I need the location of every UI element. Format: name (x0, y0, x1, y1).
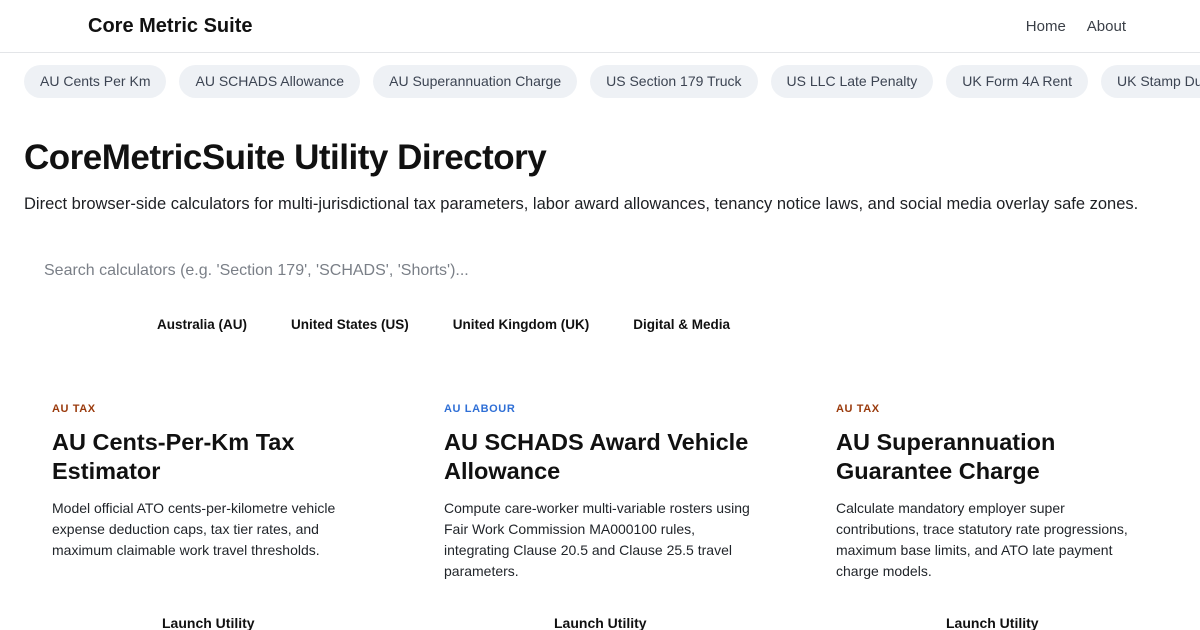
page: Core Metric Suite Home About AU Cents Pe… (0, 0, 1200, 630)
card-description: Model official ATO cents-per-kilometre v… (52, 500, 336, 558)
filter-tab-digital-media[interactable]: Digital & Media (611, 312, 752, 338)
chip-us-section-179-truck[interactable]: US Section 179 Truck (590, 65, 758, 98)
search-input[interactable] (24, 250, 784, 292)
page-title: CoreMetricSuite Utility Directory (24, 138, 547, 177)
chip-uk-stamp-duty[interactable]: UK Stamp Duty SD (1100, 65, 1200, 98)
calculator-card: AU LABOUR AU SCHADS Award Vehicle Allowa… (444, 403, 836, 630)
calculator-card-grid: AU TAX AU Cents-Per-Km Tax Estimator Mod… (52, 403, 1200, 630)
chip-au-schads-allowance[interactable]: AU SCHADS Allowance (179, 65, 361, 98)
chip-au-superannuation-charge[interactable]: AU Superannuation Charge (373, 65, 578, 98)
filter-tab-united-kingdom[interactable]: United Kingdom (UK) (431, 312, 611, 338)
nav-about-link[interactable]: About (1087, 18, 1126, 35)
filter-tab-united-states[interactable]: United States (US) (269, 312, 431, 338)
card-title: AU SCHADS Award Vehicle Allowance (444, 429, 749, 484)
region-filter-tabs: Australia (AU) United States (US) United… (135, 312, 752, 338)
card-description: Calculate mandatory employer super contr… (836, 500, 1128, 579)
page-subtitle: Direct browser-side calculators for mult… (24, 195, 1139, 213)
calculator-card: AU TAX AU Cents-Per-Km Tax Estimator Mod… (52, 403, 444, 630)
card-category-tag: AU TAX (52, 403, 96, 415)
card-title: AU Cents-Per-Km Tax Estimator (52, 429, 295, 484)
chip-au-cents-per-km[interactable]: AU Cents Per Km (24, 65, 167, 98)
card-category-tag: AU LABOUR (444, 403, 516, 415)
launch-utility-button[interactable]: Launch Utility (554, 615, 647, 630)
brand-logo-text[interactable]: Core Metric Suite (88, 15, 252, 38)
launch-utility-button[interactable]: Launch Utility (162, 615, 255, 630)
filter-tab-australia[interactable]: Australia (AU) (135, 312, 269, 338)
chip-us-llc-late-penalty[interactable]: US LLC Late Penalty (770, 65, 934, 98)
quick-links-bar: AU Cents Per Km AU SCHADS Allowance AU S… (24, 65, 1200, 98)
main-nav: Home About (1026, 18, 1126, 35)
top-navbar: Core Metric Suite Home About (0, 0, 1200, 53)
chip-uk-form-4a-rent[interactable]: UK Form 4A Rent (946, 65, 1088, 98)
card-description: Compute care-worker multi-variable roste… (444, 500, 750, 579)
calculator-card: AU TAX AU Superannuation Guarantee Charg… (836, 403, 1200, 630)
nav-home-link[interactable]: Home (1026, 18, 1066, 35)
card-title: AU Superannuation Guarantee Charge (836, 429, 1056, 484)
launch-utility-button[interactable]: Launch Utility (946, 615, 1039, 630)
card-category-tag: AU TAX (836, 403, 880, 415)
